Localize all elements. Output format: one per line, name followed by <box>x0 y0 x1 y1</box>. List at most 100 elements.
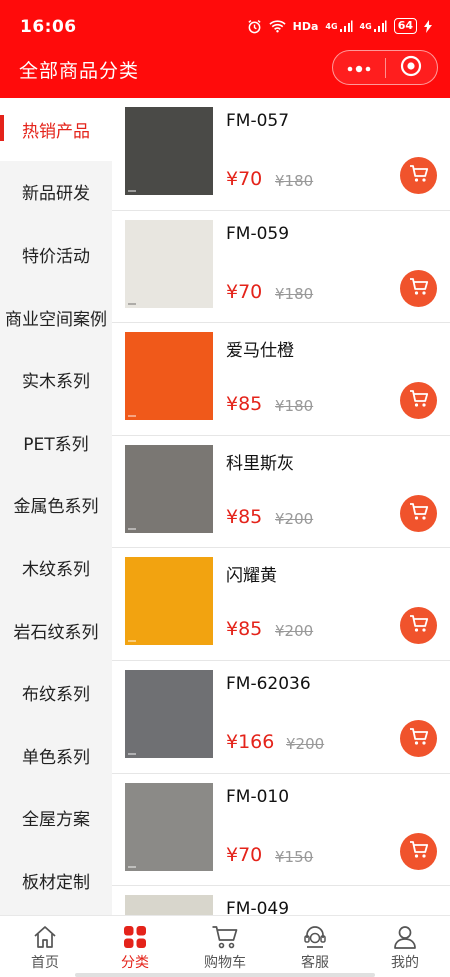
product-swatch <box>125 219 213 308</box>
add-to-cart-button[interactable] <box>400 157 437 194</box>
product-original-price: ¥200 <box>275 509 314 528</box>
app-frame: 16:06 HDa 4G 4G 64 全部商品分类 热销产品 新品研发 特价活动… <box>0 0 450 977</box>
product-swatch <box>125 444 213 533</box>
sidebar-item-fabric[interactable]: 布纹系列 <box>0 661 112 724</box>
product-name: FM-059 <box>226 223 290 244</box>
add-to-cart-button[interactable] <box>400 269 437 307</box>
sidebar-item-label: 金属色系列 <box>13 497 99 518</box>
ellipsis-icon <box>346 58 372 77</box>
target-icon <box>400 55 422 81</box>
tab-category[interactable]: 分类 <box>90 916 180 977</box>
product-card[interactable]: FM-010 ¥70 ¥150 <box>112 774 450 887</box>
more-button[interactable] <box>333 51 385 84</box>
tab-profile[interactable]: 我的 <box>360 916 450 977</box>
mini-program-capsule <box>332 50 438 85</box>
product-card[interactable]: 科里斯灰 ¥85 ¥200 <box>112 436 450 549</box>
product-price: ¥85 <box>226 505 263 528</box>
product-name: FM-057 <box>226 111 290 131</box>
add-to-cart-button[interactable] <box>400 607 437 645</box>
sidebar-item-new[interactable]: 新品研发 <box>0 161 112 224</box>
sidebar-item-label: 新品研发 <box>22 184 90 205</box>
product-card[interactable]: FM-049 <box>112 886 450 915</box>
sidebar-item-stone[interactable]: 岩石纹系列 <box>0 599 112 662</box>
tab-label: 分类 <box>121 955 149 971</box>
sidebar-item-special[interactable]: 特价活动 <box>0 223 112 286</box>
sidebar-item-label: 实木系列 <box>22 372 90 393</box>
sidebar-item-label: 木纹系列 <box>22 559 90 580</box>
page-title: 全部商品分类 <box>19 60 140 82</box>
signal-icon: 4G <box>325 20 353 33</box>
charging-icon <box>424 19 432 33</box>
product-card[interactable]: FM-62036 ¥166 ¥200 <box>112 661 450 774</box>
product-swatch <box>125 557 213 646</box>
cart-icon <box>409 164 429 187</box>
product-card[interactable]: 爱马仕橙 ¥85 ¥180 <box>112 323 450 436</box>
cart-icon <box>409 614 429 637</box>
cart-icon <box>409 840 429 863</box>
add-to-cart-button[interactable] <box>400 719 437 757</box>
add-to-cart-button[interactable] <box>400 832 437 870</box>
status-bar: 16:06 HDa 4G 4G 64 <box>0 0 450 50</box>
home-indicator <box>75 973 375 977</box>
tab-label: 我的 <box>391 955 419 971</box>
sidebar-item-label: 全屋方案 <box>22 810 90 831</box>
category-icon <box>122 922 148 952</box>
bottom-tab-bar: 首页 分类 购物车 客服 我的 <box>0 915 450 977</box>
product-name: 科里斯灰 <box>226 453 294 474</box>
product-card[interactable]: FM-057 ¥70 ¥180 <box>112 98 450 211</box>
customer-service-icon <box>302 922 328 952</box>
product-original-price: ¥180 <box>275 397 314 416</box>
signal-icon-2: 4G <box>360 20 387 33</box>
sidebar-item-label: 单色系列 <box>22 747 90 768</box>
product-original-price: ¥200 <box>286 734 325 753</box>
sidebar-item-whole-house[interactable]: 全屋方案 <box>0 787 112 850</box>
wifi-icon <box>269 19 286 33</box>
tab-cart[interactable]: 购物车 <box>180 916 270 977</box>
sidebar-item-solid-color[interactable]: 单色系列 <box>0 724 112 787</box>
signal-label: 4G <box>325 21 338 31</box>
cart-icon <box>409 502 429 525</box>
product-swatch <box>125 782 213 871</box>
product-price: ¥70 <box>226 843 263 866</box>
sidebar-item-custom-board[interactable]: 板材定制 <box>0 849 112 912</box>
tab-home[interactable]: 首页 <box>0 916 90 977</box>
product-original-price: ¥180 <box>275 172 314 190</box>
product-name: FM-62036 <box>226 673 311 694</box>
product-card[interactable]: 闪耀黄 ¥85 ¥200 <box>112 548 450 661</box>
add-to-cart-button[interactable] <box>400 382 437 420</box>
home-icon <box>32 922 58 952</box>
product-name: 爱马仕橙 <box>226 341 294 362</box>
product-swatch <box>125 895 213 915</box>
network-type: HDa <box>292 19 319 33</box>
product-swatch <box>125 107 213 195</box>
product-card[interactable]: FM-059 ¥70 ¥180 <box>112 211 450 324</box>
product-original-price: ¥180 <box>275 284 314 303</box>
header: 16:06 HDa 4G 4G 64 全部商品分类 <box>0 0 450 98</box>
product-swatch <box>125 669 213 758</box>
tab-label: 客服 <box>301 955 329 971</box>
sidebar-item-hot[interactable]: 热销产品 <box>0 98 112 161</box>
product-price: ¥85 <box>226 618 263 641</box>
add-to-cart-button[interactable] <box>400 494 437 532</box>
close-button[interactable] <box>386 51 438 84</box>
signal-label-2: 4G <box>359 21 372 31</box>
cart-icon <box>409 277 429 300</box>
sidebar-item-solid-wood[interactable]: 实木系列 <box>0 348 112 411</box>
product-swatch <box>125 332 213 421</box>
sidebar-item-label: 热销产品 <box>22 121 90 142</box>
cart-icon <box>409 389 429 412</box>
profile-icon <box>392 922 418 952</box>
tab-customer-service[interactable]: 客服 <box>270 916 360 977</box>
sidebar-item-pet[interactable]: PET系列 <box>0 411 112 474</box>
tab-label: 首页 <box>31 955 59 971</box>
sidebar-item-label: 板材定制 <box>22 872 90 893</box>
sidebar-item-wood-grain[interactable]: 木纹系列 <box>0 536 112 599</box>
tab-label: 购物车 <box>204 955 246 971</box>
sidebar-item-metallic[interactable]: 金属色系列 <box>0 474 112 537</box>
sidebar-item-commercial[interactable]: 商业空间案例 <box>0 286 112 349</box>
product-original-price: ¥150 <box>275 847 314 866</box>
product-price: ¥70 <box>226 280 263 303</box>
product-name: FM-049 <box>226 899 290 915</box>
sidebar-item-label: 特价活动 <box>22 246 90 267</box>
product-list: FM-057 ¥70 ¥180 FM-059 ¥70 ¥180 爱马仕橙 ¥85… <box>112 98 450 915</box>
